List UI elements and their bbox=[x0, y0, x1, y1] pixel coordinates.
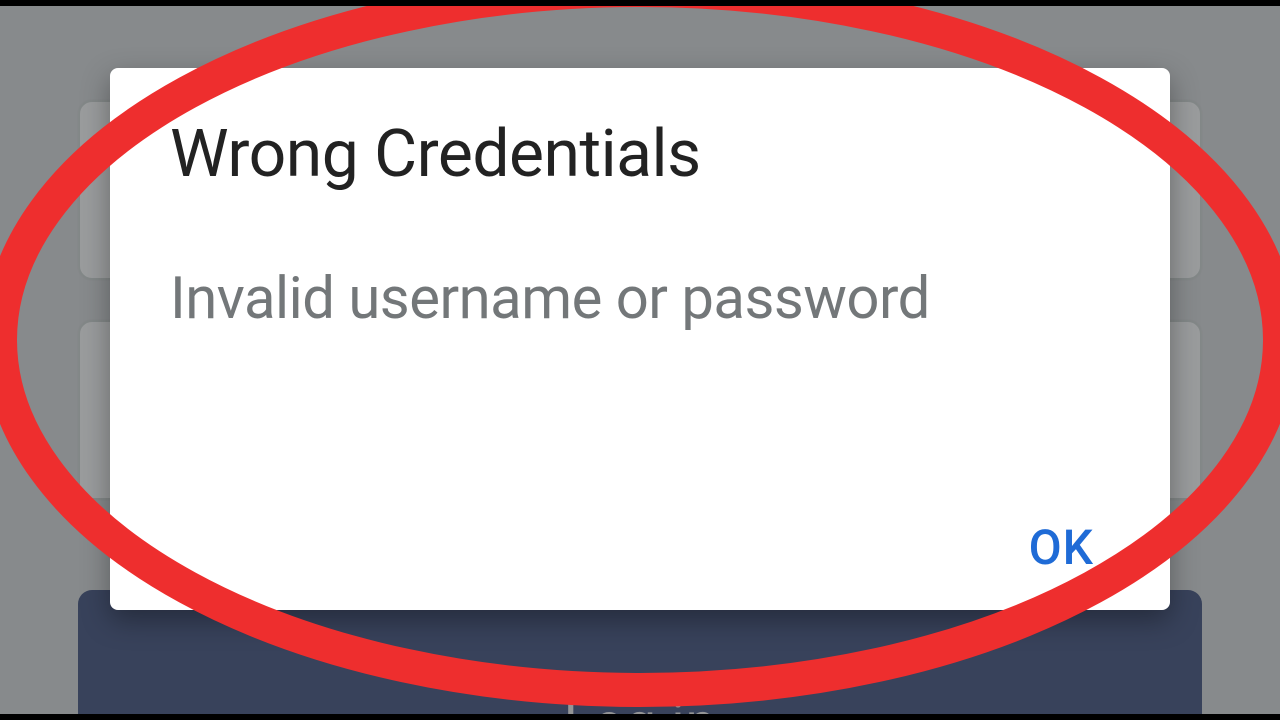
dialog-actions: OK bbox=[170, 513, 1110, 582]
dialog-title: Wrong Credentials bbox=[170, 116, 1110, 193]
error-dialog: Wrong Credentials Invalid username or pa… bbox=[110, 68, 1170, 610]
letterbox-bottom bbox=[0, 714, 1280, 720]
dialog-message: Invalid username or password bbox=[170, 265, 1110, 333]
letterbox-top bbox=[0, 0, 1280, 6]
ok-button[interactable]: OK bbox=[1017, 513, 1106, 582]
